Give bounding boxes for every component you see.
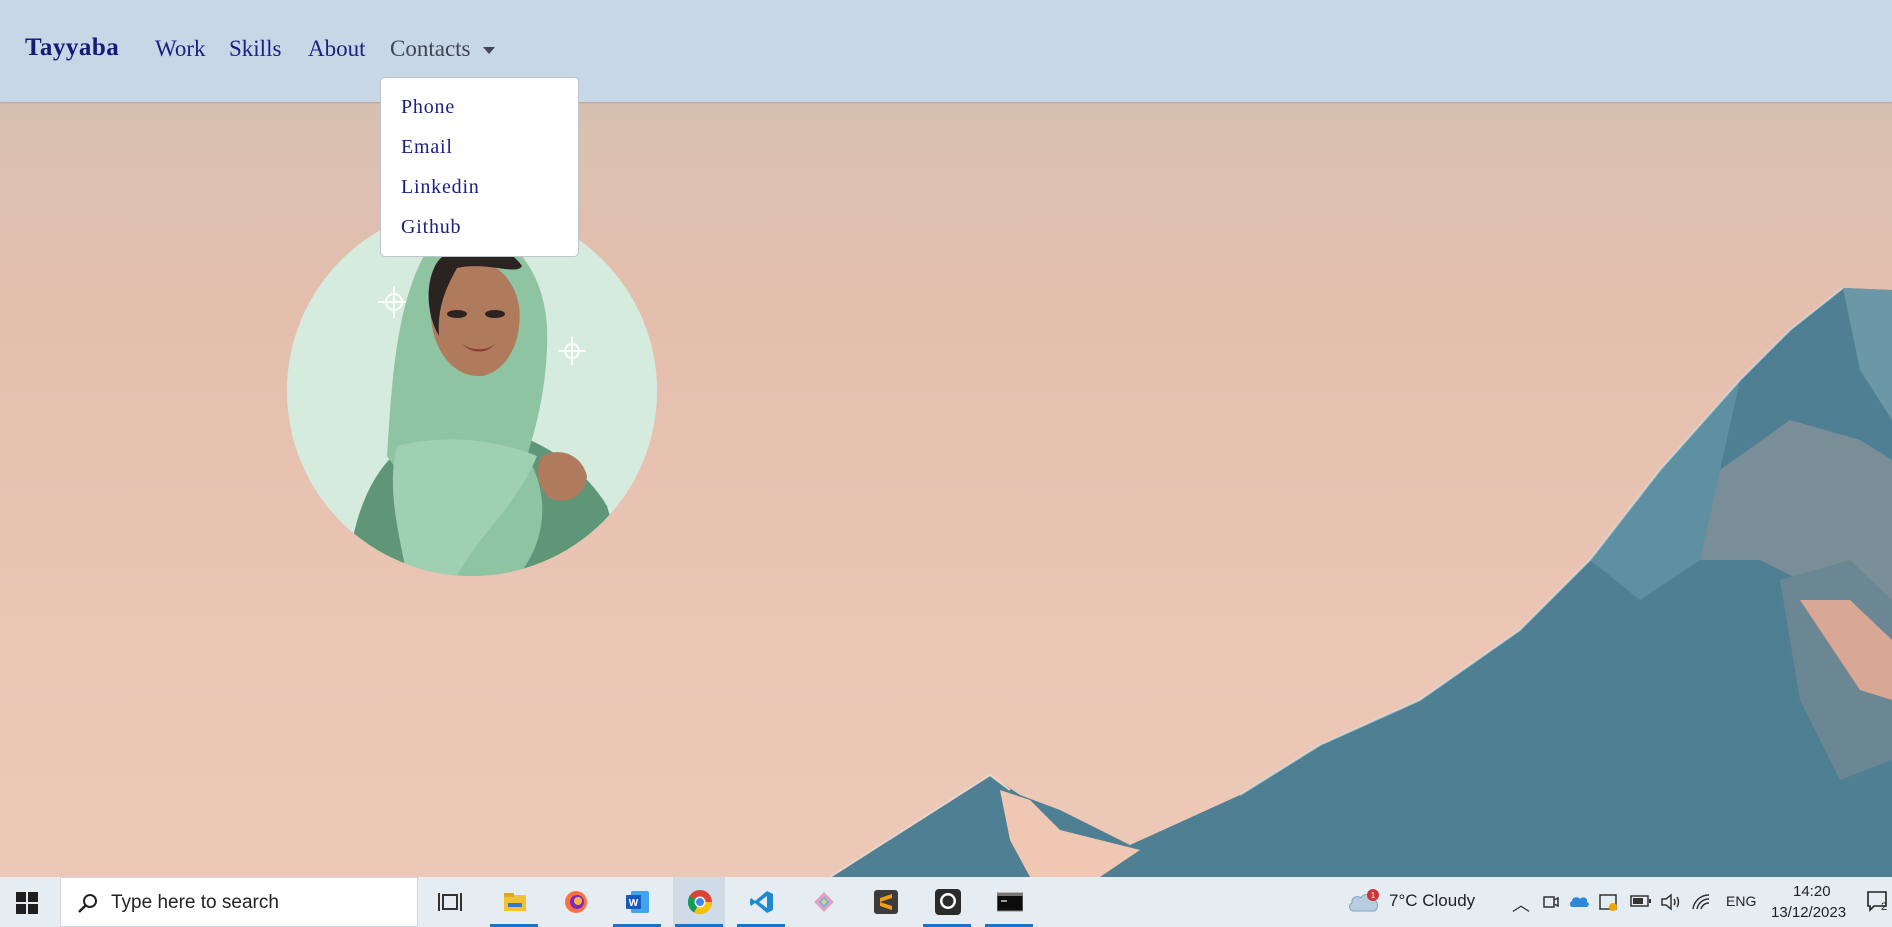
brand-logo[interactable]: Tayyaba xyxy=(25,34,119,62)
word-icon: W xyxy=(626,891,649,913)
language-indicator[interactable]: ENG xyxy=(1726,893,1756,909)
weather-badge: 1 xyxy=(1371,891,1376,900)
nav-link-about[interactable]: About xyxy=(308,36,366,62)
wifi-icon[interactable] xyxy=(1690,892,1712,912)
nav-link-contacts[interactable]: Contacts xyxy=(390,36,495,62)
search-placeholder: Type here to search xyxy=(111,892,279,913)
firefox-icon xyxy=(565,891,587,913)
clock[interactable]: 14:20 13/12/2023 xyxy=(1770,880,1850,924)
sublime-button[interactable] xyxy=(859,877,911,927)
sublime-icon xyxy=(874,890,898,914)
volume-icon[interactable] xyxy=(1660,892,1682,912)
svg-text:W: W xyxy=(629,898,639,909)
notification-center-button[interactable]: 2 xyxy=(1866,889,1892,917)
taskbar-search-box[interactable]: Type here to search xyxy=(60,877,418,927)
task-view-icon xyxy=(438,893,462,911)
caret-down-icon xyxy=(482,47,495,55)
clock-time: 14:20 xyxy=(1793,883,1831,900)
contacts-label: Contacts xyxy=(390,36,471,61)
github-desktop-button[interactable] xyxy=(921,877,973,927)
task-view-button[interactable] xyxy=(423,877,475,927)
chrome-icon xyxy=(687,890,712,915)
file-explorer-icon xyxy=(504,893,526,911)
dropdown-item-linkedin[interactable]: Linkedin xyxy=(401,176,480,199)
dropdown-item-email[interactable]: Email xyxy=(401,136,453,159)
windows-start-icon[interactable] xyxy=(16,892,38,914)
vscode-button[interactable] xyxy=(735,877,787,927)
security-icon[interactable] xyxy=(1598,892,1618,912)
clock-date: 13/12/2023 xyxy=(1771,904,1847,921)
taskbar: Type here to search W 1 7°C Cloudy ︿ ENG… xyxy=(0,877,1892,927)
battery-icon[interactable] xyxy=(1630,894,1652,908)
vscode-icon xyxy=(750,891,773,913)
mountain-background xyxy=(829,287,1892,877)
terminal-icon xyxy=(997,892,1023,912)
show-hidden-icons-chevron-icon[interactable]: ︿ xyxy=(1512,891,1530,917)
meet-now-icon[interactable] xyxy=(1542,893,1560,911)
cloud-icon: 1 xyxy=(1349,889,1379,912)
weather-text: 7°C Cloudy xyxy=(1389,891,1476,910)
nav-link-work[interactable]: Work xyxy=(155,36,206,62)
notification-count: 2 xyxy=(1881,901,1888,913)
contacts-dropdown-menu: Phone Email Linkedin Github xyxy=(380,77,579,257)
chrome-button[interactable] xyxy=(673,877,725,927)
git-icon xyxy=(814,892,834,912)
search-icon xyxy=(78,894,97,913)
nav-link-skills[interactable]: Skills xyxy=(229,36,281,62)
dropdown-item-github[interactable]: Github xyxy=(401,216,461,239)
word-button[interactable]: W xyxy=(611,877,663,927)
file-explorer-button[interactable] xyxy=(488,877,540,927)
weather-widget[interactable]: 1 7°C Cloudy xyxy=(1337,877,1487,927)
navbar: Tayyaba Work Skills About Contacts xyxy=(0,0,1892,102)
git-button[interactable] xyxy=(797,877,849,927)
profile-avatar xyxy=(287,206,657,576)
firefox-button[interactable] xyxy=(549,877,601,927)
dropdown-item-phone[interactable]: Phone xyxy=(401,96,455,119)
onedrive-icon[interactable] xyxy=(1569,893,1589,911)
github-icon xyxy=(935,889,961,915)
terminal-button[interactable] xyxy=(983,877,1035,927)
